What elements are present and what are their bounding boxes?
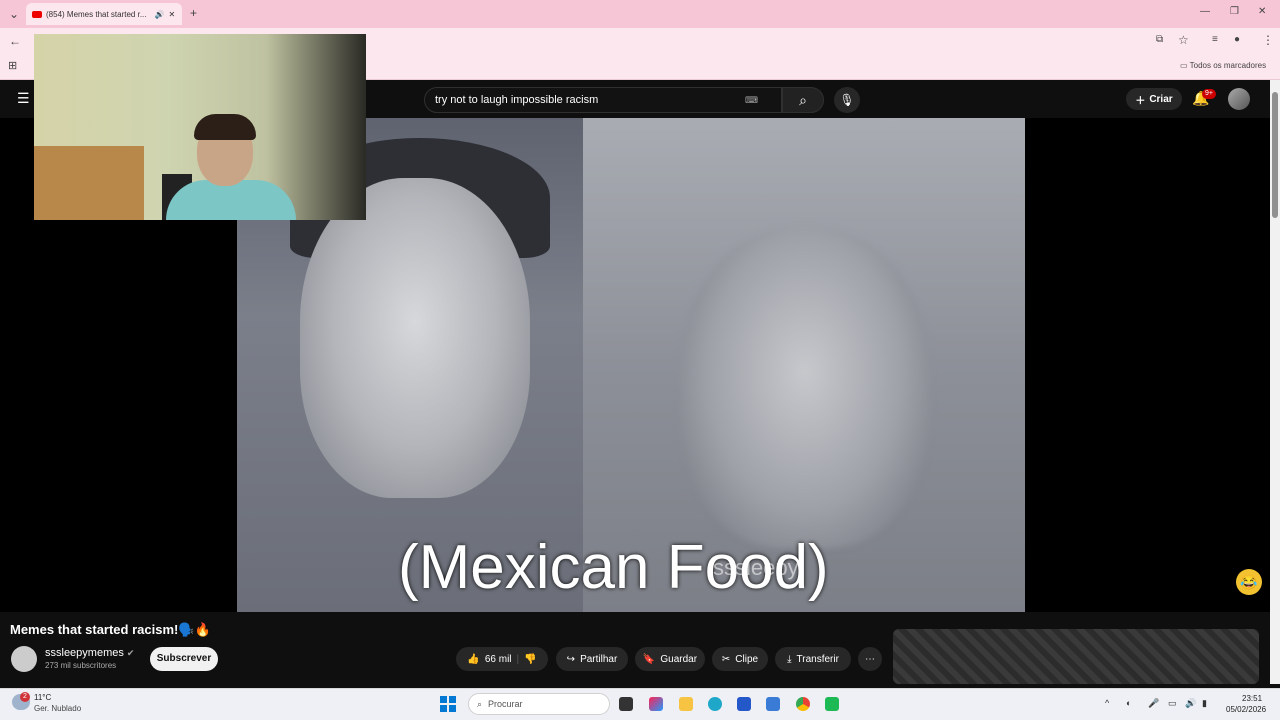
scissors-icon: ✂ bbox=[721, 653, 731, 665]
share-button[interactable]: ↪ Partilhar bbox=[556, 647, 628, 671]
clip-button[interactable]: ✂ Clipe bbox=[712, 647, 768, 671]
save-button[interactable]: 🔖 Guardar bbox=[635, 647, 705, 671]
suggested-video-thumbnail[interactable] bbox=[893, 629, 1259, 684]
blurred-face bbox=[680, 228, 930, 548]
edge-icon[interactable] bbox=[708, 697, 722, 711]
verified-icon: ✔ bbox=[126, 648, 135, 658]
portrait-face bbox=[300, 178, 530, 498]
more-actions-button[interactable]: ⋯ bbox=[858, 647, 882, 671]
bookmark-star-icon[interactable]: ☆ bbox=[1178, 33, 1189, 47]
taskbar-search-input[interactable]: ⌕ Procurar bbox=[468, 693, 610, 715]
new-tab-icon[interactable]: + bbox=[190, 6, 197, 20]
divider: | bbox=[516, 653, 520, 665]
scrollbar-thumb[interactable] bbox=[1272, 92, 1278, 218]
subscribe-button[interactable]: Subscrever bbox=[150, 647, 218, 671]
search-icon: ⌕ bbox=[477, 698, 483, 709]
person-shirt bbox=[166, 180, 296, 220]
like-icon[interactable]: 👍 bbox=[467, 654, 479, 665]
back-icon[interactable]: ← bbox=[9, 34, 21, 48]
tray-app-icon[interactable]: ◐ bbox=[1126, 698, 1131, 708]
install-app-icon[interactable]: ⧉ bbox=[1156, 34, 1163, 45]
account-avatar[interactable] bbox=[1228, 88, 1250, 110]
weather-description: Ger. Nublado bbox=[34, 704, 82, 713]
windows-taskbar bbox=[0, 688, 1280, 720]
tray-battery-icon[interactable]: ▮ bbox=[1202, 698, 1207, 709]
temperature: 11°C bbox=[34, 693, 52, 702]
window-close-icon[interactable]: ✕ bbox=[1258, 6, 1266, 17]
clock-date[interactable]: 05/02/2026 bbox=[1226, 705, 1266, 714]
outlook-icon[interactable] bbox=[766, 697, 780, 711]
webcam-overlay bbox=[34, 34, 366, 220]
laughing-emoji-icon[interactable]: 😂 bbox=[1236, 569, 1262, 595]
person-hair bbox=[194, 114, 256, 140]
app-icon[interactable] bbox=[825, 697, 839, 711]
tab-title: (854) Memes that started r... bbox=[46, 9, 147, 19]
more-dots-icon: ⋯ bbox=[865, 653, 875, 665]
video-title: Memes that started racism!🗣️🔥 bbox=[10, 622, 211, 637]
mic-icon: 🎙 bbox=[839, 93, 855, 107]
download-button[interactable]: ⤓ Transferir bbox=[775, 647, 851, 671]
download-icon: ⤓ bbox=[787, 653, 792, 665]
tray-chevron-icon[interactable]: ^ bbox=[1105, 698, 1109, 708]
dislike-icon[interactable]: 👎 bbox=[524, 654, 536, 665]
notification-badge: 9+ bbox=[1202, 89, 1216, 99]
task-view-icon[interactable] bbox=[619, 697, 633, 711]
weather-alert-badge: 2 bbox=[20, 692, 30, 702]
hamburger-menu-icon[interactable]: ☰ bbox=[17, 90, 30, 107]
restore-icon[interactable]: ❐ bbox=[1230, 6, 1239, 17]
tray-volume-icon[interactable]: 🔊 bbox=[1185, 698, 1196, 709]
windows-start-icon[interactable] bbox=[440, 696, 456, 712]
create-button[interactable]: ＋ Criar bbox=[1126, 88, 1182, 110]
tray-mic-icon[interactable]: 🎤 bbox=[1148, 698, 1159, 709]
channel-avatar[interactable] bbox=[11, 646, 37, 672]
folder-icon: ▭ bbox=[1180, 61, 1188, 70]
like-count[interactable]: 66 mil bbox=[485, 654, 512, 665]
minimize-icon[interactable]: — bbox=[1200, 6, 1210, 17]
all-bookmarks-link[interactable]: ▭ Todos os marcadores bbox=[1180, 61, 1266, 70]
tab-close-icon[interactable]: ✕ bbox=[168, 10, 175, 19]
search-input[interactable]: try not to laugh impossible racism ⌨ bbox=[424, 87, 782, 113]
share-icon: ↪ bbox=[566, 653, 576, 665]
tab-list-icon[interactable]: ⌄ bbox=[9, 7, 19, 21]
video-watermark: sssleepy bbox=[713, 555, 799, 580]
chrome-icon[interactable] bbox=[796, 697, 810, 711]
browser-tab[interactable]: (854) Memes that started r... 🔊 ✕ bbox=[26, 3, 182, 25]
bookmark-icon: 🔖 bbox=[642, 653, 656, 665]
voice-search-button[interactable]: 🎙 bbox=[834, 87, 860, 113]
search-button[interactable]: ⌕ bbox=[782, 87, 824, 113]
media-control-icon[interactable]: ≡ bbox=[1212, 34, 1218, 45]
search-icon: ⌕ bbox=[799, 92, 807, 108]
plus-icon: ＋ bbox=[1135, 95, 1146, 107]
speaker-icon[interactable]: 🔊 bbox=[154, 10, 164, 19]
copilot-icon[interactable] bbox=[649, 697, 663, 711]
like-dislike-group: 👍 66 mil | 👎 bbox=[456, 647, 548, 671]
youtube-favicon-icon bbox=[32, 10, 42, 18]
store-icon[interactable] bbox=[737, 697, 751, 711]
menu-dots-icon[interactable]: ⋮ bbox=[1262, 33, 1274, 47]
video-caption: (Mexican Food) bbox=[398, 533, 829, 602]
file-explorer-icon[interactable] bbox=[679, 697, 693, 711]
keyboard-icon[interactable]: ⌨ bbox=[745, 95, 758, 106]
cork-board bbox=[34, 146, 144, 220]
tray-display-icon[interactable]: ▭ bbox=[1168, 698, 1177, 709]
profile-icon[interactable]: ● bbox=[1234, 34, 1240, 45]
apps-grid-icon[interactable]: ⊞ bbox=[8, 59, 17, 72]
channel-name[interactable]: sssleepymemes ✔ bbox=[45, 647, 134, 659]
clock-time[interactable]: 23:51 bbox=[1242, 694, 1262, 703]
subscriber-count: 273 mil subscritores bbox=[45, 661, 117, 670]
